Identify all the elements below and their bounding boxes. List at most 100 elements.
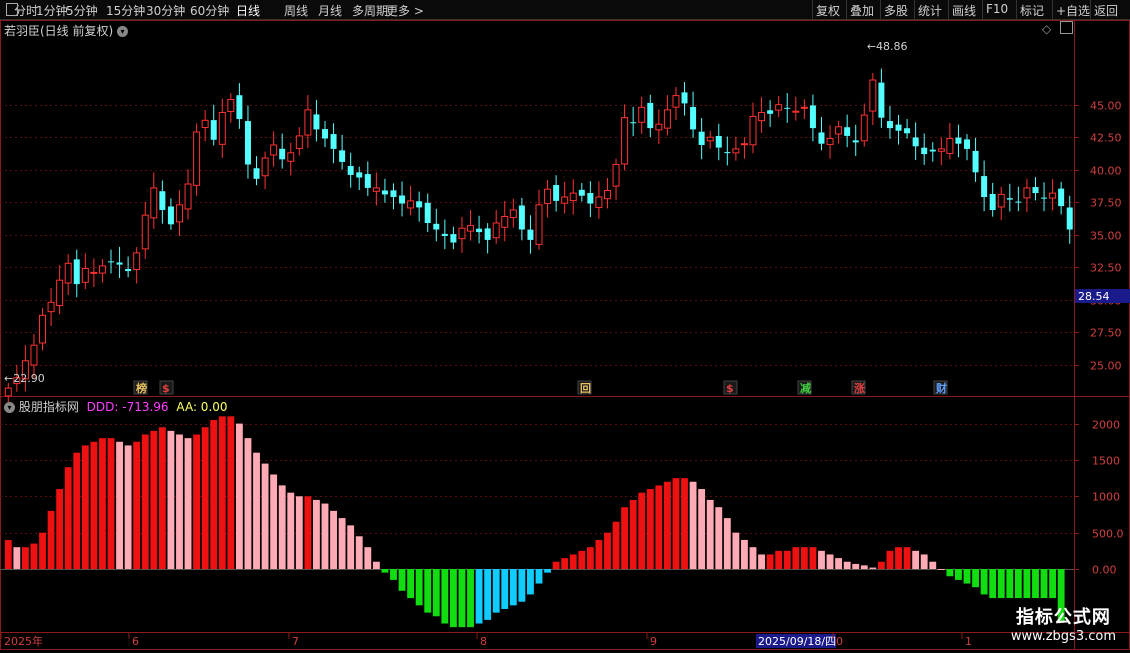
- candle-body-up: [535, 204, 543, 245]
- indicator-bar: [869, 567, 877, 569]
- indicator-name[interactable]: 股朋指标网: [19, 400, 79, 414]
- candle-body-up: [56, 279, 64, 306]
- period-tab-5[interactable]: 60分钟: [190, 2, 229, 19]
- indicator-bar: [1023, 569, 1031, 599]
- candle-body-up: [193, 131, 201, 186]
- indicator-bar: [706, 499, 714, 569]
- candle-body-down: [253, 168, 260, 179]
- price-tick-label: 40.00: [1090, 165, 1122, 178]
- candle-body-down: [390, 190, 397, 197]
- toolbar-button-0[interactable]: 复权: [816, 2, 840, 19]
- period-tab-1[interactable]: 1分钟: [36, 2, 68, 19]
- indicator-bar: [749, 547, 757, 569]
- indicator-bar: [441, 569, 449, 624]
- candle-body-down: [1058, 188, 1065, 207]
- candle-body-down: [809, 105, 816, 129]
- time-label: 8: [480, 635, 487, 648]
- indicator-bar: [715, 507, 723, 569]
- watermark-title: 指标公式网: [1015, 607, 1111, 628]
- toolbar-button-1[interactable]: 叠加: [850, 2, 874, 19]
- indicator-bar: [347, 525, 355, 569]
- period-tab-4[interactable]: 30分钟: [146, 2, 185, 19]
- event-badge: 榜: [136, 381, 147, 395]
- period-tab-6[interactable]: 日线: [236, 2, 260, 19]
- indicator-bar: [929, 561, 937, 569]
- candle-body-down: [167, 206, 174, 225]
- candle-body-down: [690, 106, 697, 130]
- toolbar-button-4[interactable]: 画线: [952, 2, 976, 19]
- indicator-bar: [561, 558, 569, 569]
- toolbar-button-8[interactable]: 返回: [1094, 2, 1118, 19]
- candle-body-down: [279, 148, 286, 160]
- candle-body-up: [201, 119, 209, 129]
- candle-body-down: [424, 202, 431, 223]
- indicator-bar: [64, 467, 72, 569]
- chevron-down-icon[interactable]: ▾: [4, 402, 15, 413]
- toolbar-button-5[interactable]: F10: [986, 2, 1008, 16]
- candle-body-up: [467, 225, 475, 232]
- candle-body-down: [878, 82, 885, 118]
- high-price-label: ←48.86: [867, 40, 908, 53]
- candle-body-up: [946, 138, 954, 154]
- indicator-bar: [741, 539, 748, 569]
- candle-body-down: [484, 228, 491, 240]
- candle-body-down: [210, 120, 217, 140]
- candle-body-down: [553, 185, 560, 201]
- diamond-icon[interactable]: ◇: [1042, 22, 1051, 36]
- indicator-bar: [535, 569, 543, 584]
- candle-body-up: [595, 196, 603, 208]
- indicator-bar: [672, 478, 680, 569]
- period-tab-2[interactable]: 5分钟: [66, 2, 98, 19]
- candle-body-down: [527, 229, 534, 240]
- chevron-down-icon[interactable]: ▾: [117, 26, 129, 37]
- indicator-bar: [492, 569, 500, 613]
- time-label: 0: [836, 635, 843, 648]
- indicator-bar: [877, 561, 885, 569]
- indicator-bar: [826, 554, 834, 569]
- indicator-tick-label: 500.0: [1092, 528, 1124, 541]
- candle-body-down: [630, 122, 637, 124]
- toolbar-button-6[interactable]: 标记: [1020, 2, 1044, 19]
- candle-body-down: [895, 124, 902, 131]
- candle-body-up: [638, 106, 646, 123]
- indicator-tick-label: 0.00: [1092, 564, 1117, 577]
- panel-toggle-icon[interactable]: [1060, 21, 1073, 34]
- period-tab-7[interactable]: 周线: [284, 2, 308, 19]
- period-tab-9[interactable]: 多周期: [352, 2, 388, 19]
- indicator-bar: [381, 569, 389, 573]
- indicator-bar: [261, 463, 269, 569]
- toolbar-button-7[interactable]: +自选: [1056, 2, 1090, 19]
- indicator-bar: [544, 569, 551, 573]
- toolbar-button-3[interactable]: 统计: [918, 2, 942, 19]
- indicator-bar: [407, 569, 415, 599]
- indicator-bar: [278, 485, 286, 569]
- period-tab-3[interactable]: 15分钟: [106, 2, 145, 19]
- candle-body-down: [989, 193, 996, 210]
- indicator-bar: [338, 518, 346, 569]
- candle-body-up: [407, 200, 415, 209]
- current-price-label: 28.54: [1078, 290, 1110, 303]
- menu-square-icon[interactable]: [6, 3, 18, 16]
- indicator-bar: [458, 569, 466, 628]
- indicator-bar: [467, 569, 474, 628]
- toolbar-divider: [914, 0, 915, 19]
- candle-body-up: [218, 112, 226, 145]
- time-label: 9: [650, 635, 657, 648]
- indicator-bar: [852, 563, 860, 569]
- indicator-bar: [432, 569, 440, 617]
- price-tick-label: 37.50: [1090, 197, 1122, 210]
- price-tick-label: 42.50: [1090, 132, 1122, 145]
- period-tab-8[interactable]: 月线: [318, 2, 342, 19]
- indicator-bar: [295, 496, 303, 569]
- indicator-bar: [946, 569, 954, 577]
- candle-body-down: [433, 223, 440, 230]
- period-tab-10[interactable]: 更多 >: [386, 2, 424, 19]
- indicator-bar: [364, 547, 372, 569]
- candle-body-down: [921, 147, 928, 155]
- toolbar-button-2[interactable]: 多股: [884, 2, 908, 19]
- indicator-bar: [73, 452, 81, 569]
- candle-body-down: [125, 269, 132, 272]
- indicator-bar: [235, 423, 243, 569]
- indicator-header: ▾ 股朋指标网 DDD: -713.96 AA: 0.00: [4, 398, 228, 415]
- event-badge: $: [162, 382, 170, 395]
